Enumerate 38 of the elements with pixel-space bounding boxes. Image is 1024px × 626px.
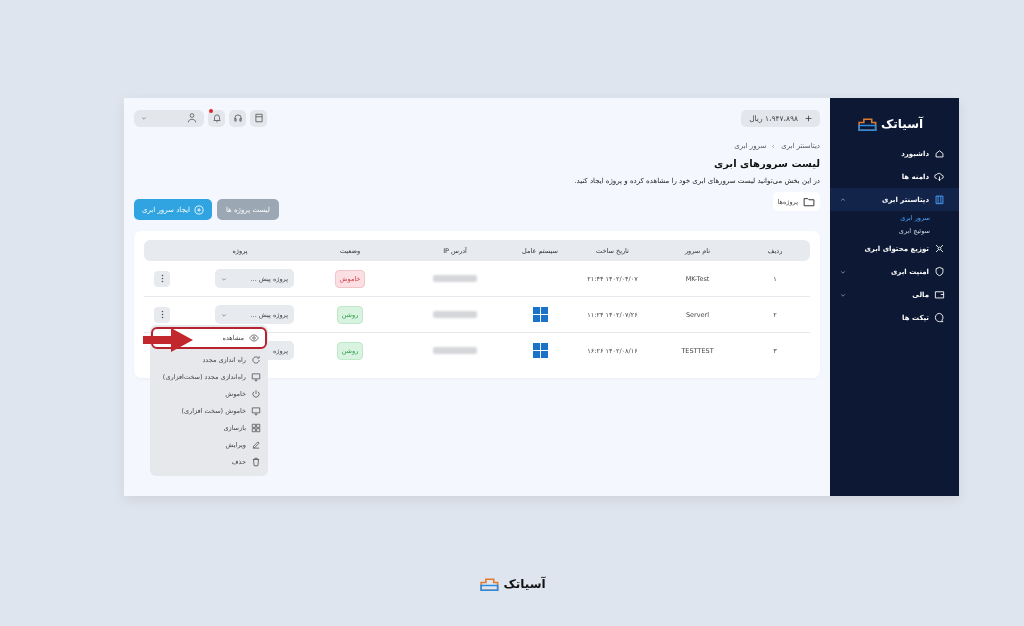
blurred-ip <box>433 347 477 354</box>
blurred-ip <box>433 275 477 282</box>
refresh-icon <box>251 354 261 365</box>
grid-icon <box>251 422 261 433</box>
brand-logo: آسیاتک <box>855 116 924 132</box>
arrow-drawing <box>143 327 193 353</box>
trash-icon <box>251 456 261 467</box>
monitor-icon <box>251 405 261 416</box>
more-button[interactable] <box>154 270 170 287</box>
user-icon <box>187 113 197 123</box>
more-button[interactable] <box>154 306 170 323</box>
calculator-icon[interactable] <box>250 109 267 127</box>
edit-icon <box>251 439 261 450</box>
wallet-icon <box>934 289 945 300</box>
chevron-icon <box>771 143 777 149</box>
building-icon <box>934 194 945 205</box>
caret-icon <box>141 115 147 121</box>
blurred-ip <box>433 311 477 318</box>
page-title: لیست سرورهای ابری <box>714 158 820 169</box>
network-icon <box>934 243 945 254</box>
power-icon <box>251 388 261 399</box>
cloud-icon <box>934 171 945 182</box>
home-icon <box>934 148 945 159</box>
headset-icon[interactable] <box>229 109 246 127</box>
plus-icon <box>805 114 812 122</box>
eye-icon <box>249 333 259 343</box>
bell-icon <box>211 113 222 123</box>
cloud-logo-icon <box>855 116 878 132</box>
monitor-icon <box>251 371 261 382</box>
chat-icon <box>934 312 945 323</box>
shield-icon <box>934 266 945 277</box>
caret-icon <box>221 275 227 282</box>
cloud-logo-icon <box>478 576 501 592</box>
caret-icon <box>221 311 227 318</box>
notification-button[interactable] <box>208 109 225 127</box>
folder-icon <box>803 195 815 208</box>
brand-logo: آسیاتک <box>478 576 546 592</box>
plus-circle-icon <box>193 204 204 215</box>
